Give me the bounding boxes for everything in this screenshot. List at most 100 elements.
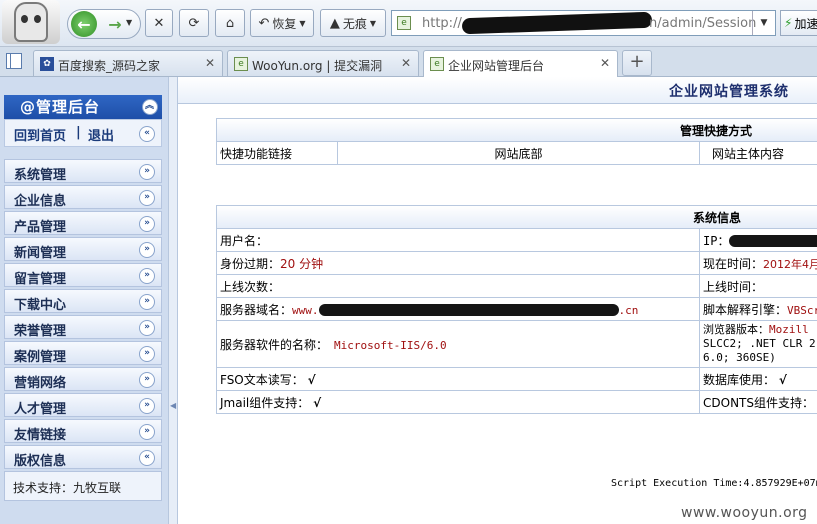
expand-icon[interactable]: » <box>139 164 155 180</box>
url-dropdown-button[interactable]: ▼ <box>752 11 775 35</box>
url-redaction <box>461 11 653 35</box>
expand-icon[interactable]: » <box>139 216 155 232</box>
frame-splitter[interactable]: ◀ <box>168 77 178 524</box>
sidebar-item-products[interactable]: 产品管理 » <box>4 211 162 235</box>
expire-label: 身份过期： <box>220 256 281 271</box>
chevron-down-icon: ▼ <box>299 18 306 28</box>
expand-icon[interactable]: » <box>139 372 155 388</box>
sidebar-item-honors[interactable]: 荣誉管理 » <box>4 315 162 339</box>
url-prefix: http:// <box>422 16 462 31</box>
expand-icon[interactable]: » <box>139 294 155 310</box>
logout-link[interactable]: 退出 <box>88 125 114 144</box>
stop-button[interactable]: ✕ <box>145 9 173 37</box>
sidebar-item-news[interactable]: 新闻管理 » <box>4 237 162 261</box>
collapse-icon[interactable]: « <box>139 126 155 142</box>
sidebar-item-messages[interactable]: 留言管理 » <box>4 263 162 287</box>
server-domain-label: 服务器域名： <box>220 302 293 317</box>
login-count-label: 上线次数： <box>216 274 700 298</box>
expand-icon[interactable]: » <box>139 320 155 336</box>
shortcuts-table: 管理快捷方式 快捷功能链接 网站底部 网站主体内容 <box>216 118 817 165</box>
shortcuts-title: 管理快捷方式 <box>216 118 817 142</box>
sidebar-item-label: 友情链接 <box>14 428 67 443</box>
user-avatar[interactable] <box>2 0 60 44</box>
forward-button[interactable]: → <box>102 11 128 37</box>
tab-wooyun[interactable]: e WooYun.org | 提交漏洞 ✕ <box>227 50 419 76</box>
home-button[interactable]: ⌂ <box>215 9 245 37</box>
page-icon: e <box>234 57 248 71</box>
check-icon: √ <box>307 372 316 387</box>
footer-link[interactable]: 网站底部 <box>337 141 700 165</box>
chevron-down-icon[interactable]: ▼ <box>126 18 132 27</box>
chevron-down-icon: ▼ <box>369 18 377 28</box>
speed-label: 加速 <box>794 16 817 31</box>
new-tab-button[interactable]: + <box>622 50 652 76</box>
sidebar-item-label: 下载中心 <box>14 298 67 313</box>
sidebar-title: @管理后台 ︽ <box>4 95 162 119</box>
shortcuts-header: 管理快捷方式 <box>216 118 817 142</box>
script-engine-value: VBScr <box>787 303 817 317</box>
url-suffix: n/admin/Session <box>649 16 757 31</box>
tech-support: 技术支持：九牧互联 <box>4 471 162 501</box>
fso-label: FSO文本读写： <box>220 372 304 387</box>
expand-icon[interactable]: » <box>139 398 155 414</box>
sidebar-item-talent[interactable]: 人才管理 » <box>4 393 162 417</box>
restore-button[interactable]: ↶ 恢复 ▼ <box>250 9 314 37</box>
back-button[interactable]: ← <box>71 11 97 37</box>
sidebar-item-cases[interactable]: 案例管理 » <box>4 341 162 365</box>
sidebar-item-copyright[interactable]: 版权信息 « <box>4 445 162 469</box>
speed-up-button[interactable]: ⚡ 加速 <box>780 10 817 36</box>
watermark: www.wooyun.org <box>681 505 808 521</box>
sidebar-item-label: 人才管理 <box>14 402 67 417</box>
incognito-label: 无痕 <box>342 16 367 31</box>
sidebar-toggle-icon[interactable] <box>6 53 22 69</box>
sysinfo-table: 系统信息 用户名： IP： 身份过期：20 分钟 现在时间：2012年4月 上线… <box>215 205 817 414</box>
expand-icon[interactable]: » <box>139 424 155 440</box>
incognito-icon: ▲ <box>329 15 340 31</box>
expire-value: 20 分钟 <box>280 256 324 271</box>
restore-label: 恢复 <box>272 16 297 31</box>
check-icon: √ <box>313 395 322 410</box>
system-title: 企业网站管理系统 <box>669 84 789 100</box>
table-row: 身份过期：20 分钟 现在时间：2012年4月 <box>216 251 817 275</box>
sidebar-item-label: 留言管理 <box>14 272 67 287</box>
tab-label: WooYun.org | 提交漏洞 <box>252 59 383 73</box>
sidebar-item-downloads[interactable]: 下载中心 » <box>4 289 162 313</box>
main-content-link[interactable]: 网站主体内容 <box>699 141 817 165</box>
browser-line2: SLCC2; .NET CLR 2.0 <box>703 337 817 350</box>
refresh-icon: ⟳ <box>188 15 200 31</box>
expand-icon[interactable]: » <box>139 190 155 206</box>
home-link[interactable]: 回到首页 <box>14 125 66 144</box>
collapse-icon[interactable]: « <box>139 450 155 466</box>
address-bar[interactable]: e http:// n/admin/Session ▼ <box>391 10 776 36</box>
chevron-left-icon[interactable]: ◀ <box>170 401 176 410</box>
tab-baidu[interactable]: ✿ 百度搜索_源码之家 ✕ <box>33 50 223 76</box>
tab-admin[interactable]: e 企业网站管理后台 ✕ <box>423 50 618 77</box>
admin-sidebar: @管理后台 ︽ 回到首页 | 退出 « 系统管理 » 企业信息 » 产品管理 » 新闻管… <box>0 77 168 524</box>
tab-close-button[interactable]: ✕ <box>600 56 610 70</box>
page-icon: e <box>430 57 444 71</box>
sidebar-title-text: @管理后台 <box>20 98 101 116</box>
ip-redaction <box>729 235 817 247</box>
tab-close-button[interactable]: ✕ <box>401 56 411 70</box>
cdonts-label: CDONTS组件支持： <box>703 395 814 410</box>
sidebar-item-label: 系统管理 <box>14 168 67 183</box>
sidebar-item-company[interactable]: 企业信息 » <box>4 185 162 209</box>
tab-close-button[interactable]: ✕ <box>205 56 215 70</box>
tech-support-text: 技术支持：九牧互联 <box>13 481 122 495</box>
expand-icon[interactable]: » <box>139 346 155 362</box>
sidebar-item-marketing[interactable]: 营销网络 » <box>4 367 162 391</box>
expand-icon[interactable]: » <box>139 242 155 258</box>
browser-toolbar: ← → ▼ ✕ ⟳ ⌂ ↶ 恢复 ▼ ▲ 无痕 ▼ e http:// n/admin/… <box>0 0 817 47</box>
sidebar-item-system[interactable]: 系统管理 » <box>4 159 162 183</box>
refresh-button[interactable]: ⟳ <box>179 9 209 37</box>
collapse-icon[interactable]: ︽ <box>142 99 158 115</box>
incognito-button[interactable]: ▲ 无痕 ▼ <box>320 9 386 37</box>
sysinfo-title: 系统信息 <box>215 205 817 229</box>
script-engine-label: 脚本解释引擎： <box>703 302 788 317</box>
expand-icon[interactable]: » <box>139 268 155 284</box>
lightning-icon: ⚡ <box>784 16 793 30</box>
tab-label: 企业网站管理后台 <box>448 59 545 73</box>
ip-label: IP： <box>703 233 730 248</box>
sidebar-item-links[interactable]: 友情链接 » <box>4 419 162 443</box>
shortcuts-label: 快捷功能链接 <box>216 141 338 165</box>
